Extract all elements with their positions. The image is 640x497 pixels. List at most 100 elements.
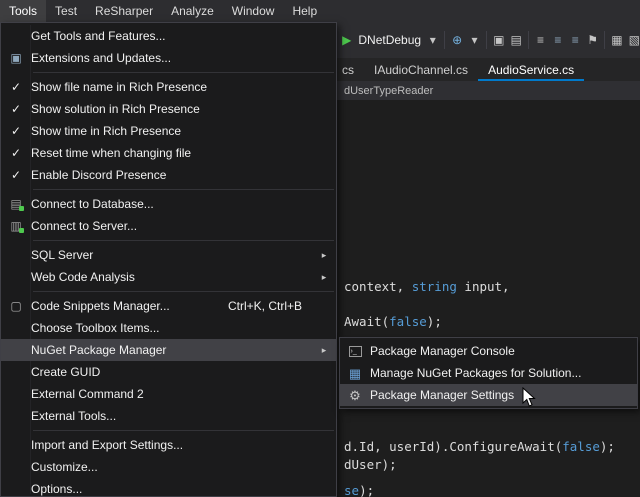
menubar-item-help[interactable]: Help [283, 0, 326, 22]
submenu-item-manage-nuget-packages-for-solution[interactable]: ▦ Manage NuGet Packages for Solution... [340, 362, 637, 384]
menu-item-code-snippets-manager[interactable]: ▢Code Snippets Manager...Ctrl+K, Ctrl+B [1, 295, 336, 317]
code-line: se); [344, 483, 374, 497]
options-grid-icon[interactable]: ▧ [629, 34, 640, 46]
code-token: d.Id, userId).ConfigureAwait( [344, 439, 562, 454]
breadcrumb[interactable]: dUserTypeReader [344, 85, 433, 97]
vs-window: ToolsTestReSharperAnalyzeWindowHelp ▶ DNe… [0, 0, 640, 497]
menu-item-web-code-analysis[interactable]: Web Code Analysis▸ [1, 266, 336, 288]
menu-item-label: Enable Discord Presence [31, 168, 316, 182]
attach-caret-icon[interactable]: ▾ [469, 34, 480, 46]
tab-audioservice-cs[interactable]: AudioService.cs [478, 58, 584, 81]
menu-item-extensions-and-updates[interactable]: ▣Extensions and Updates... [1, 47, 336, 69]
menu-item-get-tools-and-features[interactable]: Get Tools and Features... [1, 25, 336, 47]
nuget-icon: ▦ [349, 367, 361, 380]
menu-item-label: Import and Export Settings... [31, 438, 316, 452]
menu-item-connect-to-server[interactable]: ▥ Connect to Server... [1, 215, 336, 237]
start-debug-icon[interactable]: ▶ [341, 34, 352, 46]
menu-item-shortcut: Ctrl+K, Ctrl+B [228, 299, 302, 313]
menu-item-sql-server[interactable]: SQL Server▸ [1, 244, 336, 266]
check-icon: ✓ [11, 103, 21, 115]
menu-item-label: Connect to Server... [31, 219, 316, 233]
menubar-item-window[interactable]: Window [223, 0, 284, 22]
menu-item-gutter: ▢ [1, 300, 31, 312]
menu-item-connect-to-database[interactable]: ▤Connect to Database... [1, 193, 336, 215]
indent-increase-icon[interactable]: ≡ [570, 34, 581, 46]
menu-item-label: Choose Toolbox Items... [31, 321, 316, 335]
code-token: ); [600, 439, 615, 454]
server-icon: ▥ [10, 220, 21, 232]
submenu-arrow-icon: ▸ [316, 272, 332, 283]
menu-item-label: Show file name in Rich Presence [31, 80, 316, 94]
code-token: ); [427, 314, 442, 329]
menu-item-import-and-export-settings[interactable]: Import and Export Settings... [1, 434, 336, 456]
database-icon: ▤ [10, 198, 21, 210]
indent-decrease-icon[interactable]: ≡ [552, 34, 563, 46]
menubar-item-tools[interactable]: Tools [0, 0, 46, 22]
run-config-label[interactable]: DNetDebug [358, 33, 421, 47]
menu-separator [33, 430, 334, 431]
split-window-icon[interactable]: ▤ [511, 34, 522, 46]
menu-item-label: Customize... [31, 460, 316, 474]
run-config-caret-icon[interactable]: ▾ [427, 34, 438, 46]
menu-item-label: Web Code Analysis [31, 270, 316, 284]
menu-item-gutter: ✓ [1, 81, 31, 93]
menu-item-external-command-2[interactable]: External Command 2 [1, 383, 336, 405]
code-token: false [562, 439, 600, 454]
menu-item-customize[interactable]: Customize... [1, 456, 336, 478]
submenu-item-gutter: ⚙ [340, 389, 370, 402]
menu-item-label: Create GUID [31, 365, 316, 379]
submenu-item-label: Package Manager Console [370, 344, 617, 358]
menu-item-nuget-package-manager[interactable]: NuGet Package Manager▸ [1, 339, 336, 361]
menu-item-gutter: ✓ [1, 125, 31, 137]
extensions-icon: ▣ [10, 52, 21, 64]
code-token: se [344, 483, 359, 497]
menu-item-gutter: ✓ [1, 169, 31, 181]
menu-item-label: SQL Server [31, 248, 316, 262]
submenu-item-package-manager-settings[interactable]: ⚙ Package Manager Settings [340, 384, 637, 406]
menu-item-show-solution-in-rich-presence[interactable]: ✓Show solution in Rich Presence [1, 98, 336, 120]
bookmark-icon[interactable]: ⚑ [587, 34, 598, 46]
attach-process-icon[interactable]: ⊕ [451, 34, 462, 46]
code-token: string [412, 279, 457, 294]
menu-item-label: Get Tools and Features... [31, 29, 316, 43]
submenu-item-label: Package Manager Settings [370, 388, 617, 402]
submenu-arrow-icon: ▸ [316, 345, 332, 356]
menu-item-show-time-in-rich-presence[interactable]: ✓Show time in Rich Presence [1, 120, 336, 142]
tab-label: IAudioChannel.cs [374, 63, 468, 77]
code-line: context, string input, [344, 279, 510, 294]
menu-separator [33, 291, 334, 292]
menu-item-options[interactable]: Options... [1, 478, 336, 497]
line-comment-icon[interactable]: ≡ [535, 34, 546, 46]
code-token: input, [457, 279, 510, 294]
menu-separator [33, 189, 334, 190]
menu-item-reset-time-when-changing-file[interactable]: ✓Reset time when changing file [1, 142, 336, 164]
code-token: ); [359, 483, 374, 497]
menu-item-external-tools[interactable]: External Tools... [1, 405, 336, 427]
tab-label: cs [342, 63, 354, 77]
code-line: d.Id, userId).ConfigureAwait(false); [344, 439, 615, 454]
menu-item-label: Reset time when changing file [31, 146, 316, 160]
menu-item-gutter: ▥ [1, 220, 31, 232]
menu-item-label: Show time in Rich Presence [31, 124, 316, 138]
submenu-item-label: Manage NuGet Packages for Solution... [370, 366, 617, 380]
tab-iaudiochannel-cs[interactable]: IAudioChannel.cs [364, 58, 478, 81]
code-line: dUser); [344, 457, 397, 472]
menu-item-choose-toolbox-items[interactable]: Choose Toolbox Items... [1, 317, 336, 339]
toolbox-icon[interactable]: ▦ [611, 34, 622, 46]
submenu-item-package-manager-console[interactable]: ›_Package Manager Console [340, 340, 637, 362]
menubar-item-analyze[interactable]: Analyze [162, 0, 223, 22]
menu-item-label: External Command 2 [31, 387, 316, 401]
toolbar-separator [486, 31, 487, 49]
toolbar-separator [444, 31, 445, 49]
check-icon: ✓ [11, 169, 21, 181]
new-window-icon[interactable]: ▣ [493, 34, 504, 46]
gear-icon: ⚙ [349, 389, 361, 402]
menubar-item-resharper[interactable]: ReSharper [86, 0, 162, 22]
menubar-item-test[interactable]: Test [46, 0, 86, 22]
menu-item-enable-discord-presence[interactable]: ✓ Enable Discord Presence [1, 164, 336, 186]
tab-label: AudioService.cs [488, 63, 574, 77]
toolbar-separator [604, 31, 605, 49]
menu-separator [33, 72, 334, 73]
menu-item-create-guid[interactable]: Create GUID [1, 361, 336, 383]
menu-item-show-file-name-in-rich-presence[interactable]: ✓Show file name in Rich Presence [1, 76, 336, 98]
